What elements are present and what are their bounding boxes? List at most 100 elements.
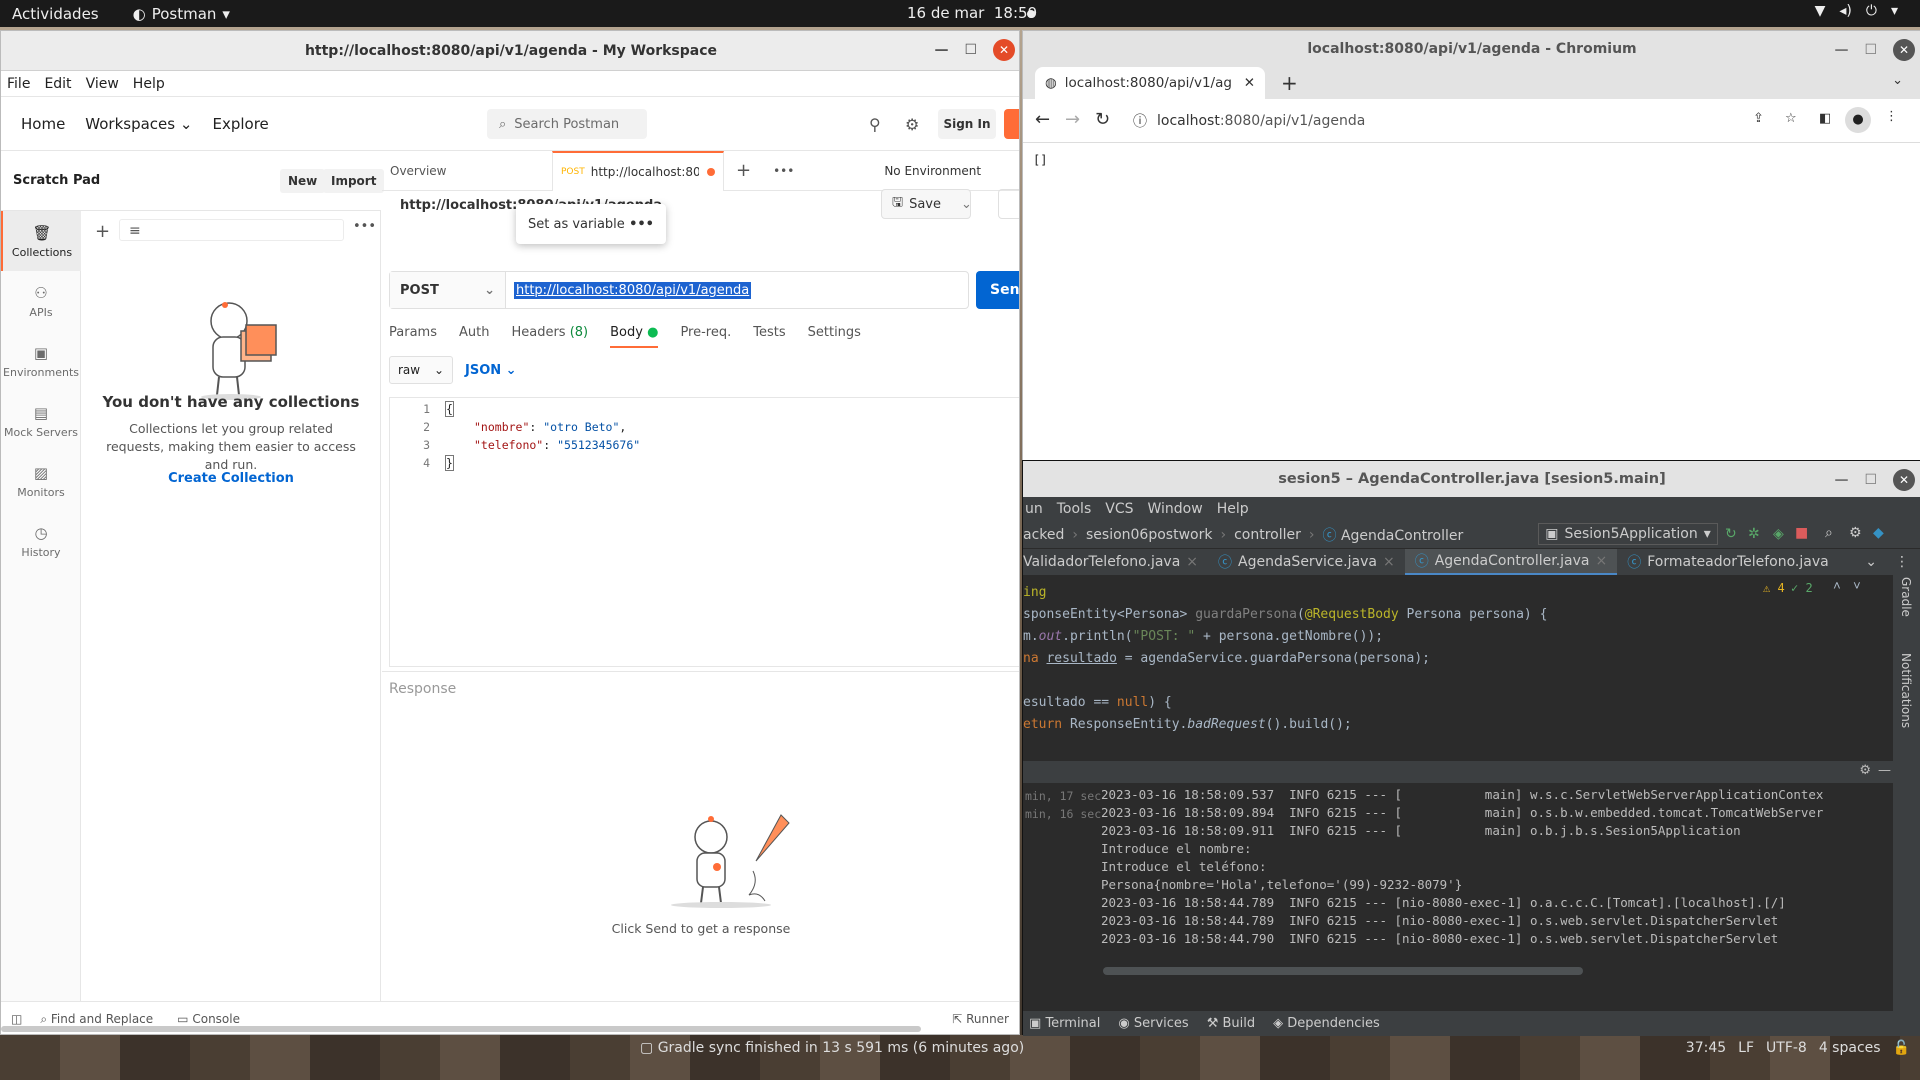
search-icon[interactable]: ⌕ (1825, 525, 1833, 541)
menu-help[interactable]: Help (1217, 501, 1249, 517)
minimize-panel-icon[interactable]: — (1878, 763, 1891, 778)
close-tab-icon[interactable]: × (1186, 554, 1198, 570)
search-input[interactable]: ⌕ Search Postman (487, 109, 647, 139)
back-icon[interactable]: ← (1035, 109, 1050, 130)
method-select[interactable]: POST ⌄ (390, 272, 506, 308)
coverage-icon[interactable]: ◈ (1773, 526, 1784, 542)
close-icon[interactable]: ✕ (1893, 39, 1915, 61)
notifications-tool-button[interactable]: Notifications (1899, 653, 1913, 728)
sidebar-item-apis[interactable]: ⚇ APIs (1, 271, 81, 331)
chevron-up-icon[interactable]: ˄ (1833, 579, 1841, 594)
cursor-position[interactable]: 37:45 (1686, 1040, 1726, 1056)
menu-file[interactable]: File (7, 76, 30, 92)
sidebar-item-environments[interactable]: ▣ Environments (1, 331, 81, 391)
chevron-down-icon[interactable]: ⌄ (961, 197, 972, 212)
warnings-indicator[interactable]: ⚠ 4 (1763, 581, 1785, 595)
more-options-icon[interactable]: ••• (629, 217, 654, 232)
editor-tab[interactable]: ⓒ AgendaService.java × (1208, 549, 1405, 575)
minimize-icon[interactable]: — (934, 42, 948, 58)
sidebar-item-monitors[interactable]: ▨ Monitors (1, 451, 81, 511)
lock-icon[interactable]: 🔓 (1893, 1040, 1910, 1056)
breadcrumb-item[interactable]: controller (1234, 527, 1301, 543)
menu-run[interactable]: un (1025, 501, 1043, 517)
tab-search-icon[interactable]: ⌄ (1892, 73, 1903, 88)
terminal-tool-button[interactable]: ▣ Terminal (1029, 1016, 1100, 1031)
bookmark-star-icon[interactable]: ☆ (1785, 111, 1797, 126)
breadcrumb-item[interactable]: acked (1023, 527, 1064, 543)
edit-button[interactable] (998, 189, 1019, 219)
close-icon[interactable]: ✕ (1893, 469, 1915, 491)
line-separator[interactable]: LF (1738, 1040, 1754, 1056)
run-configuration-select[interactable]: ▣ Sesion5Application ▾ (1538, 523, 1718, 545)
environment-selector[interactable]: No Environment (884, 164, 981, 178)
tab-auth[interactable]: Auth (459, 325, 489, 348)
more-options-icon[interactable]: ⋮ (1895, 554, 1909, 570)
url-input[interactable]: http://localhost:8080/api/v1/agenda (514, 281, 752, 299)
gear-icon[interactable]: ⚙ (905, 115, 919, 134)
indent-setting[interactable]: 4 spaces (1819, 1040, 1881, 1056)
menu-vcs[interactable]: VCS (1105, 501, 1133, 517)
app-menu[interactable]: ◐ Postman ▾ (133, 5, 230, 23)
encoding[interactable]: UTF-8 (1766, 1040, 1807, 1056)
tab-body[interactable]: Body ● (610, 325, 659, 348)
tab-prerequest[interactable]: Pre-req. (680, 325, 731, 348)
editor-tab[interactable]: ValidadorTelefono.java × (1023, 549, 1208, 575)
tab-settings[interactable]: Settings (808, 325, 861, 348)
rerun-icon[interactable]: ↻ (1725, 526, 1737, 542)
close-tab-icon[interactable]: × (1383, 554, 1395, 570)
run-console[interactable]: min, 17 sec min, 16 sec 2023-03-16 18:58… (1023, 783, 1893, 983)
new-tab-icon[interactable]: + (1281, 71, 1298, 95)
reload-icon[interactable]: ↻ (1095, 109, 1110, 130)
sidebar-item-collections[interactable]: 🗑 Collections (1, 211, 81, 271)
maximize-icon[interactable]: ☐ (1864, 42, 1877, 58)
tab-tests[interactable]: Tests (753, 325, 785, 348)
sidebar-item-history[interactable]: ◷ History (1, 511, 81, 571)
chevron-down-icon[interactable]: ˅ (1853, 579, 1861, 594)
import-button[interactable]: Import (323, 169, 385, 193)
add-tab-icon[interactable]: + (736, 160, 751, 181)
menu-help[interactable]: Help (133, 76, 165, 92)
build-tool-button[interactable]: ⚒ Build (1207, 1016, 1255, 1031)
editor-tab-active[interactable]: ⓒ AgendaController.java × (1404, 549, 1618, 575)
body-editor[interactable]: 1 2 3 4 { "nombre": "otro Beto", "telefo… (389, 397, 1019, 667)
new-button[interactable]: New (280, 169, 326, 193)
nav-explore[interactable]: Explore (212, 115, 268, 133)
body-mode-select[interactable]: raw ⌄ (389, 356, 453, 384)
breadcrumb-item[interactable]: ⓒ AgendaController (1322, 525, 1463, 545)
gradle-tool-button[interactable]: Gradle (1899, 577, 1913, 617)
breadcrumb-item[interactable]: sesion06postwork (1086, 527, 1212, 543)
side-panel-icon[interactable]: ◧ (1819, 111, 1831, 126)
sidebar-item-mock-servers[interactable]: ▤ Mock Servers (1, 391, 81, 451)
find-replace-button[interactable]: ⌕ Find and Replace (40, 1012, 153, 1027)
system-tray[interactable]: ▼ ◂) ⏻ ▾ (1815, 3, 1898, 19)
minimize-icon[interactable]: — (1834, 42, 1848, 58)
body-language-select[interactable]: JSON ⌄ (465, 363, 517, 378)
minimize-icon[interactable]: — (1834, 472, 1848, 488)
tab-params[interactable]: Params (389, 325, 437, 348)
create-collection-link[interactable]: Create Collection (81, 471, 381, 486)
plus-icon[interactable]: + (95, 221, 110, 242)
more-tabs-icon[interactable]: ••• (773, 164, 794, 178)
menu-view[interactable]: View (86, 76, 119, 92)
close-icon[interactable]: ✕ (993, 39, 1015, 61)
tab-headers[interactable]: Headers (8) (511, 325, 588, 348)
tab-active-request[interactable]: POST http://localhost:8080/ (552, 150, 724, 191)
console-scrollbar[interactable] (1103, 967, 1583, 975)
clock[interactable]: 16 de mar 18:59 (907, 4, 1037, 22)
menu-window[interactable]: Window (1148, 501, 1203, 517)
profile-icon[interactable]: ● (1845, 107, 1871, 133)
set-as-variable-button[interactable]: Set as variable (528, 217, 625, 232)
maximize-icon[interactable]: ☐ (1864, 472, 1877, 488)
nav-home[interactable]: Home (21, 115, 65, 133)
gear-icon[interactable]: ⚙ (1859, 763, 1871, 778)
save-button[interactable]: 🖫 Save ⌄ (881, 189, 972, 219)
activities-button[interactable]: Actividades (12, 5, 99, 23)
more-options-icon[interactable]: ••• (353, 219, 376, 234)
runner-button[interactable]: ⇱ Runner (952, 1012, 1009, 1026)
debug-icon[interactable]: ✲ (1748, 526, 1760, 542)
stop-icon[interactable]: ■ (1795, 525, 1808, 541)
menu-tools[interactable]: Tools (1057, 501, 1092, 517)
editor-tab[interactable]: ⓒ FormateadorTelefono.java (1617, 549, 1839, 575)
settings-icon[interactable]: ⚙ (1849, 525, 1862, 541)
send-button[interactable]: Send (976, 271, 1019, 309)
